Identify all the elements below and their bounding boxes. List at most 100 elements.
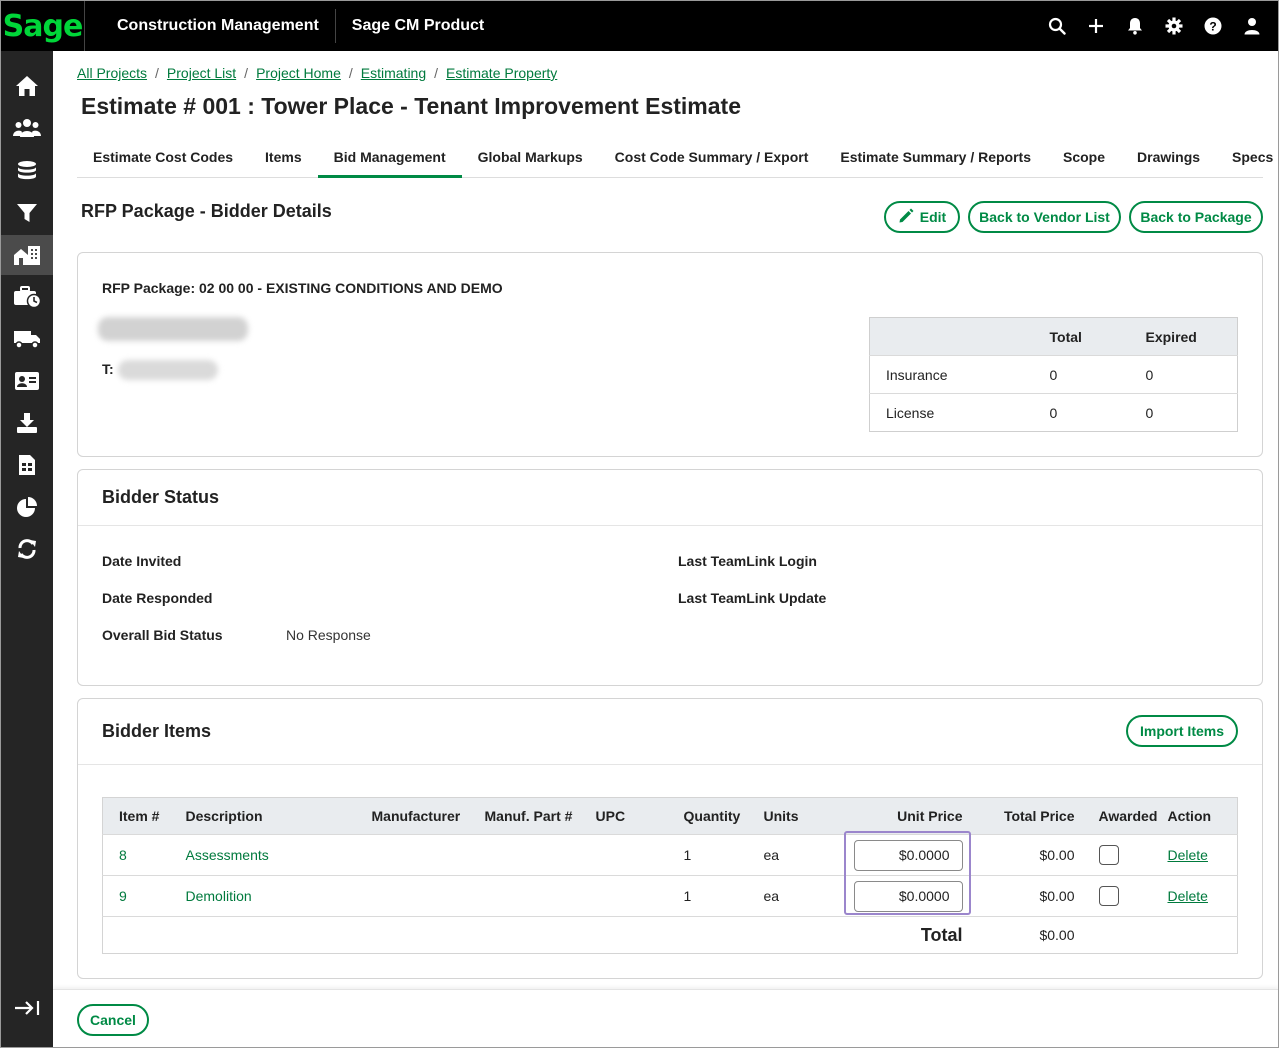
compliance-header-expired: Expired xyxy=(1141,317,1238,356)
header-item-num: Item # xyxy=(102,797,186,835)
tab-estimate-cost-codes[interactable]: Estimate Cost Codes xyxy=(77,138,249,178)
bidder-details-card: RFP Package: 02 00 00 - EXISTING CONDITI… xyxy=(77,252,1263,457)
tab-estimate-summary[interactable]: Estimate Summary / Reports xyxy=(824,138,1047,178)
tab-bid-management[interactable]: Bid Management xyxy=(317,138,462,178)
briefcase-clock-icon[interactable] xyxy=(1,277,53,317)
header-awarded: Awarded xyxy=(1082,797,1164,835)
tab-drawings[interactable]: Drawings xyxy=(1121,138,1216,178)
import-items-button[interactable]: Import Items xyxy=(1126,715,1238,747)
compliance-total: 0 xyxy=(1049,393,1142,432)
compliance-total: 0 xyxy=(1049,355,1142,394)
page-title: Estimate # 001 : Tower Place - Tenant Im… xyxy=(81,93,741,119)
compliance-expired: 0 xyxy=(1141,393,1238,432)
users-icon[interactable] xyxy=(1,108,53,148)
tab-items[interactable]: Items xyxy=(249,138,318,178)
date-responded-label: Date Responded xyxy=(102,590,213,606)
back-to-vendor-list-button[interactable]: Back to Vendor List xyxy=(968,201,1121,233)
help-icon[interactable]: ? xyxy=(1203,16,1223,36)
tab-specs[interactable]: Specs xyxy=(1216,138,1278,178)
header-description: Description xyxy=(185,797,372,835)
header-units: Units xyxy=(763,797,844,835)
compliance-name: License xyxy=(869,393,1050,432)
compliance-table: Total Expired Insurance 0 0 License 0 0 xyxy=(869,317,1238,432)
bidder-status-card: Bidder Status Date Invited Date Responde… xyxy=(77,469,1263,686)
total-row: Total $0.00 xyxy=(102,916,1238,954)
spreadsheet-icon[interactable] xyxy=(1,445,53,485)
edit-button[interactable]: Edit xyxy=(884,201,960,233)
truck-icon[interactable] xyxy=(1,319,53,359)
header-quantity: Quantity xyxy=(683,797,764,835)
breadcrumb-separator: / xyxy=(244,65,249,81)
tab-scope[interactable]: Scope xyxy=(1047,138,1121,178)
table-row: 9 Demolition 1 ea $0.00 Delete xyxy=(102,875,1238,917)
item-description-link[interactable]: Demolition xyxy=(186,888,252,904)
footer-bar: Cancel xyxy=(53,989,1278,1047)
item-number-link[interactable]: 9 xyxy=(119,888,127,904)
overall-bid-status-value: No Response xyxy=(286,627,371,643)
last-teamlink-login-label: Last TeamLink Login xyxy=(678,553,817,569)
phone-label: T: xyxy=(102,361,114,377)
bidder-items-title: Bidder Items xyxy=(78,699,1262,765)
contact-card-icon[interactable] xyxy=(1,361,53,401)
projects-icon[interactable] xyxy=(1,235,53,275)
breadcrumb-project-home[interactable]: Project Home xyxy=(256,65,341,81)
delete-link[interactable]: Delete xyxy=(1168,847,1208,863)
item-description-link[interactable]: Assessments xyxy=(186,847,269,863)
awarded-checkbox[interactable] xyxy=(1098,845,1119,865)
delete-link[interactable]: Delete xyxy=(1168,888,1208,904)
pie-chart-icon[interactable] xyxy=(1,487,53,527)
unit-price-input[interactable] xyxy=(853,839,963,871)
plus-icon[interactable] xyxy=(1086,16,1106,36)
breadcrumb-estimate-property[interactable]: Estimate Property xyxy=(446,65,557,81)
gear-icon[interactable] xyxy=(1164,16,1184,36)
breadcrumb-project-list[interactable]: Project List xyxy=(167,65,236,81)
collapse-icon[interactable] xyxy=(1,988,53,1028)
sidebar xyxy=(1,51,53,1047)
item-number-link[interactable]: 8 xyxy=(119,847,127,863)
compliance-header-total: Total xyxy=(1049,317,1142,356)
download-icon[interactable] xyxy=(1,403,53,443)
date-invited-label: Date Invited xyxy=(102,553,182,569)
tab-global-markups[interactable]: Global Markups xyxy=(462,138,599,178)
compliance-header-row: Total Expired xyxy=(869,317,1238,356)
tab-bar: Estimate Cost Codes Items Bid Management… xyxy=(77,138,1273,178)
cancel-button[interactable]: Cancel xyxy=(77,1004,149,1036)
header-upc: UPC xyxy=(595,797,684,835)
compliance-row-insurance: Insurance 0 0 xyxy=(869,355,1238,394)
upc-cell xyxy=(595,875,684,917)
compliance-header-blank xyxy=(869,317,1050,356)
awarded-checkbox[interactable] xyxy=(1098,886,1119,906)
user-icon[interactable] xyxy=(1242,16,1262,36)
sage-logo[interactable]: Sage xyxy=(1,1,85,51)
pencil-icon xyxy=(898,208,914,227)
quantity-cell: 1 xyxy=(683,875,764,917)
section-title: RFP Package - Bidder Details xyxy=(81,201,332,221)
filter-icon[interactable] xyxy=(1,193,53,233)
tab-cost-code-summary[interactable]: Cost Code Summary / Export xyxy=(599,138,825,178)
database-icon[interactable] xyxy=(1,151,53,191)
unit-price-input[interactable] xyxy=(853,880,963,912)
quantity-cell: 1 xyxy=(683,834,764,876)
back-to-package-button[interactable]: Back to Package xyxy=(1129,201,1263,233)
manuf-part-cell xyxy=(484,875,596,917)
sync-icon[interactable] xyxy=(1,529,53,569)
breadcrumb-all-projects[interactable]: All Projects xyxy=(77,65,147,81)
app-window: Sage Construction Management Sage CM Pro… xyxy=(0,0,1279,1048)
header-unit-price: Unit Price xyxy=(843,797,971,835)
units-cell: ea xyxy=(763,834,844,876)
bell-icon[interactable] xyxy=(1125,16,1145,36)
total-label: Total xyxy=(843,916,971,954)
manuf-part-cell xyxy=(484,834,596,876)
bidder-items-table: Item # Description Manufacturer Manuf. P… xyxy=(102,797,1238,954)
last-teamlink-update-label: Last TeamLink Update xyxy=(678,590,827,606)
home-icon[interactable] xyxy=(1,66,53,106)
subproduct-name[interactable]: Sage CM Product xyxy=(336,17,484,35)
bidder-status-title: Bidder Status xyxy=(78,470,1262,526)
breadcrumb-estimating[interactable]: Estimating xyxy=(361,65,426,81)
header-manufacturer: Manufacturer xyxy=(371,797,485,835)
product-name[interactable]: Construction Management xyxy=(85,9,336,43)
top-bar: Sage Construction Management Sage CM Pro… xyxy=(1,1,1278,51)
upc-cell xyxy=(595,834,684,876)
main-content: All Projects / Project List / Project Home / E… xyxy=(53,51,1278,1047)
search-icon[interactable] xyxy=(1047,16,1067,36)
